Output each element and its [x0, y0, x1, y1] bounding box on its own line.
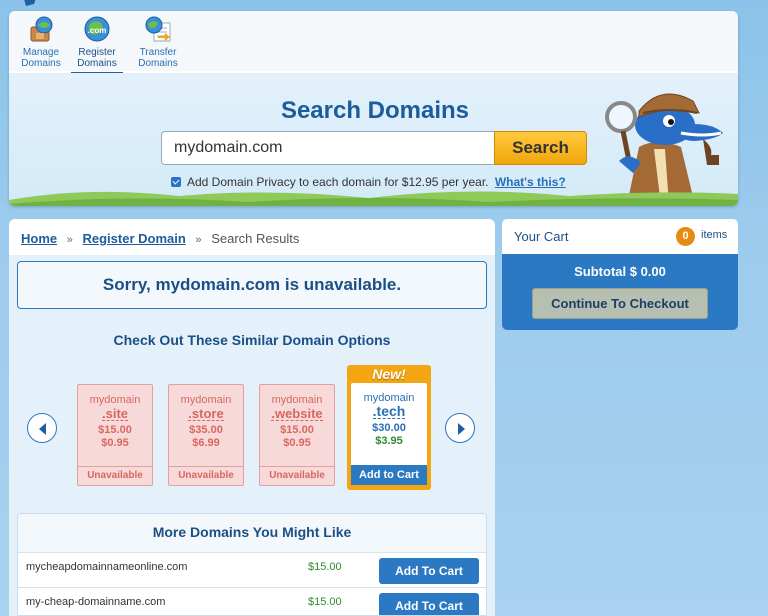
similar-options-title: Check Out These Similar Domain Options [113, 332, 391, 348]
tab-label-line2: Domains [77, 58, 117, 69]
add-to-cart-button[interactable]: Add To Cart [379, 558, 479, 584]
new-badge: New! [372, 366, 406, 382]
hostgator-logo-fragment [24, 0, 36, 6]
breadcrumb-separator: » [195, 234, 202, 246]
domain-name: my-cheap-domainname.com [26, 596, 166, 608]
card-price: $35.00 [189, 424, 223, 436]
card-tld: .website [271, 406, 323, 421]
breadcrumb-home-link[interactable]: Home [21, 231, 57, 246]
domain-card-tech-featured: New! mydomain .tech $30.00 $3.95 Add to … [347, 365, 431, 490]
more-domains-title: More Domains You Might Like [152, 524, 352, 540]
add-to-cart-button[interactable]: Add to Cart [351, 465, 427, 485]
cart-subtotal: Subtotal $ 0.00 [574, 264, 666, 279]
featured-card-body: mydomain .tech $30.00 $3.95 Add to Cart [351, 383, 427, 485]
card-sale-price: $6.99 [192, 437, 220, 449]
domain-card-site: mydomain .site $15.00 $0.95 Unavailable [77, 384, 153, 486]
transfer-domains-icon [145, 16, 171, 42]
card-status: Unavailable [260, 466, 334, 485]
carousel-next-button[interactable] [445, 413, 475, 443]
chevron-left-icon [39, 423, 46, 435]
domain-nav-bar: Manage Domains .com Register Domains Tra… [9, 11, 738, 75]
breadcrumb: Home » Register Domain » Search Results [21, 231, 299, 246]
results-panel: Home » Register Domain » Search Results … [9, 219, 495, 616]
more-domains-box: More Domains You Might Like mycheapdomai… [17, 513, 487, 616]
cart-count-badge: 0 [676, 227, 695, 246]
domain-search-input[interactable]: mydomain.com [161, 131, 495, 165]
card-price: $15.00 [98, 424, 132, 436]
tab-register-domains[interactable]: .com Register Domains [71, 15, 123, 75]
tab-transfer-domains[interactable]: Transfer Domains [132, 15, 184, 77]
search-button[interactable]: Search [494, 131, 587, 165]
card-status: Unavailable [169, 466, 243, 485]
card-price: $30.00 [372, 422, 406, 434]
search-area: Search Domains mydomain.com Search Add D… [9, 73, 738, 206]
tab-label-line1: Transfer [139, 47, 177, 58]
breadcrumb-separator: » [66, 234, 73, 246]
breadcrumb-current: Search Results [211, 231, 300, 246]
cart-title: Your Cart [514, 229, 569, 244]
cart-body: Subtotal $ 0.00 Continue To Checkout [502, 254, 738, 330]
domain-price: $15.00 [308, 596, 342, 608]
chevron-right-icon [458, 423, 465, 435]
register-icon-text: .com [88, 26, 107, 35]
unavailable-message: Sorry, mydomain.com is unavailable. [17, 261, 487, 309]
add-to-cart-button[interactable]: Add To Cart [379, 593, 479, 615]
domain-card-website: mydomain .website $15.00 $0.95 Unavailab… [259, 384, 335, 486]
cart-header: Your Cart 0 items [502, 219, 738, 254]
card-sale-price: $3.95 [375, 435, 403, 447]
manage-domains-icon [30, 16, 53, 42]
header-card: Manage Domains .com Register Domains Tra… [9, 11, 738, 206]
breadcrumb-register-link[interactable]: Register Domain [83, 231, 186, 246]
results-content: Sorry, mydomain.com is unavailable. Chec… [9, 255, 495, 616]
continue-checkout-button[interactable]: Continue To Checkout [532, 288, 708, 319]
card-sale-price: $0.95 [101, 437, 129, 449]
list-item: mycheapdomainnameonline.com $15.00 Add T… [18, 552, 486, 587]
grass-hills-decoration [9, 191, 738, 206]
register-domains-globe-icon: .com [84, 16, 110, 42]
list-item: my-cheap-domainname.com $15.00 Add To Ca… [18, 587, 486, 615]
search-title: Search Domains [280, 97, 470, 124]
card-tld: .tech [372, 403, 406, 419]
tab-label-line2: Domains [138, 58, 178, 69]
tab-manage-domains[interactable]: Manage Domains [15, 15, 67, 77]
card-sale-price: $0.95 [283, 437, 311, 449]
cart-panel: Your Cart 0 items Subtotal $ 0.00 Contin… [502, 219, 738, 330]
carousel-prev-button[interactable] [27, 413, 57, 443]
tab-label-line1: Manage [22, 47, 60, 58]
tab-label-line1: Register [78, 47, 116, 58]
card-status: Unavailable [78, 466, 152, 485]
card-tld: .site [101, 406, 128, 421]
card-price: $15.00 [280, 424, 314, 436]
domain-card-store: mydomain .store $35.00 $6.99 Unavailable [168, 384, 244, 486]
tab-label-line2: Domains [21, 58, 61, 69]
domain-name: mycheapdomainnameonline.com [26, 561, 188, 573]
card-tld: .store [188, 406, 224, 421]
cart-items-label: items [701, 229, 728, 241]
domain-price: $15.00 [308, 561, 342, 573]
